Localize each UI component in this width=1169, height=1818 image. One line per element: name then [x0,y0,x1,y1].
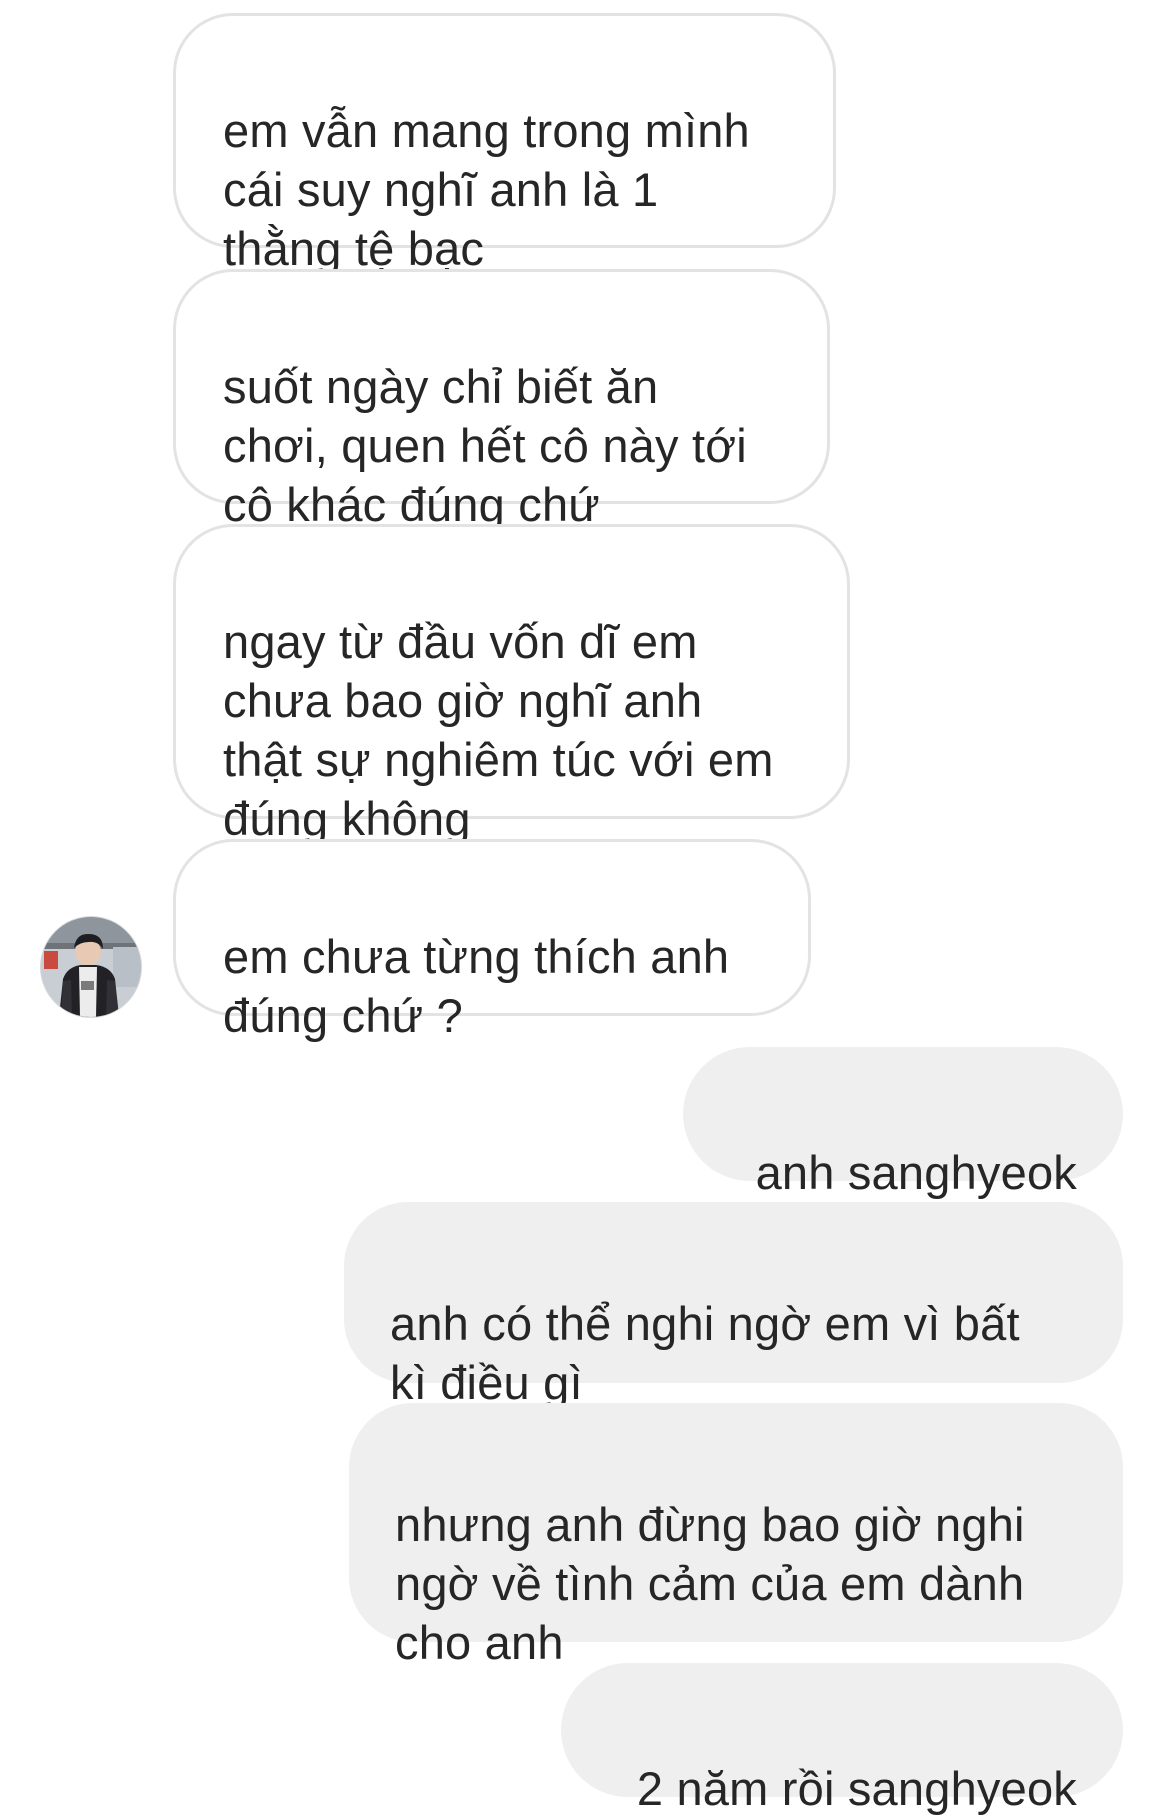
message-text: em chưa từng thích anh đúng chứ ? [223,930,730,1042]
received-message-bubble[interactable]: em vẫn mang trong mình cái suy nghĩ anh … [173,13,836,275]
message-text: suốt ngày chỉ biết ăn chơi, quen hết cô … [223,360,747,531]
sent-message-bubble[interactable]: 2 năm rồi sanghyeok [561,1663,1123,1815]
profile-photo-icon [41,917,141,1017]
message-text: nhưng anh đừng bao giờ nghi ngờ về tình … [395,1498,1025,1669]
sender-avatar[interactable] [41,917,141,1017]
received-message-bubble[interactable]: suốt ngày chỉ biết ăn chơi, quen hết cô … [173,269,830,531]
message-text: 2 năm rồi sanghyeok [636,1762,1077,1815]
message-text: ngay từ đầu vốn dĩ em chưa bao giờ nghĩ … [223,615,774,845]
message-text: anh có thể nghi ngờ em vì bất kì điều gì [390,1297,1020,1409]
sent-message-bubble[interactable]: nhưng anh đừng bao giờ nghi ngờ về tình … [349,1403,1123,1669]
received-message-bubble[interactable]: em chưa từng thích anh đúng chứ ? [173,839,811,1042]
message-text: anh sanghyeok [755,1146,1077,1199]
sent-message-bubble[interactable]: anh có thể nghi ngờ em vì bất kì điều gì [344,1202,1123,1409]
sent-message-bubble[interactable]: anh sanghyeok [683,1047,1123,1199]
received-message-bubble[interactable]: ngay từ đầu vốn dĩ em chưa bao giờ nghĩ … [173,524,850,845]
message-text: em vẫn mang trong mình cái suy nghĩ anh … [223,104,750,275]
